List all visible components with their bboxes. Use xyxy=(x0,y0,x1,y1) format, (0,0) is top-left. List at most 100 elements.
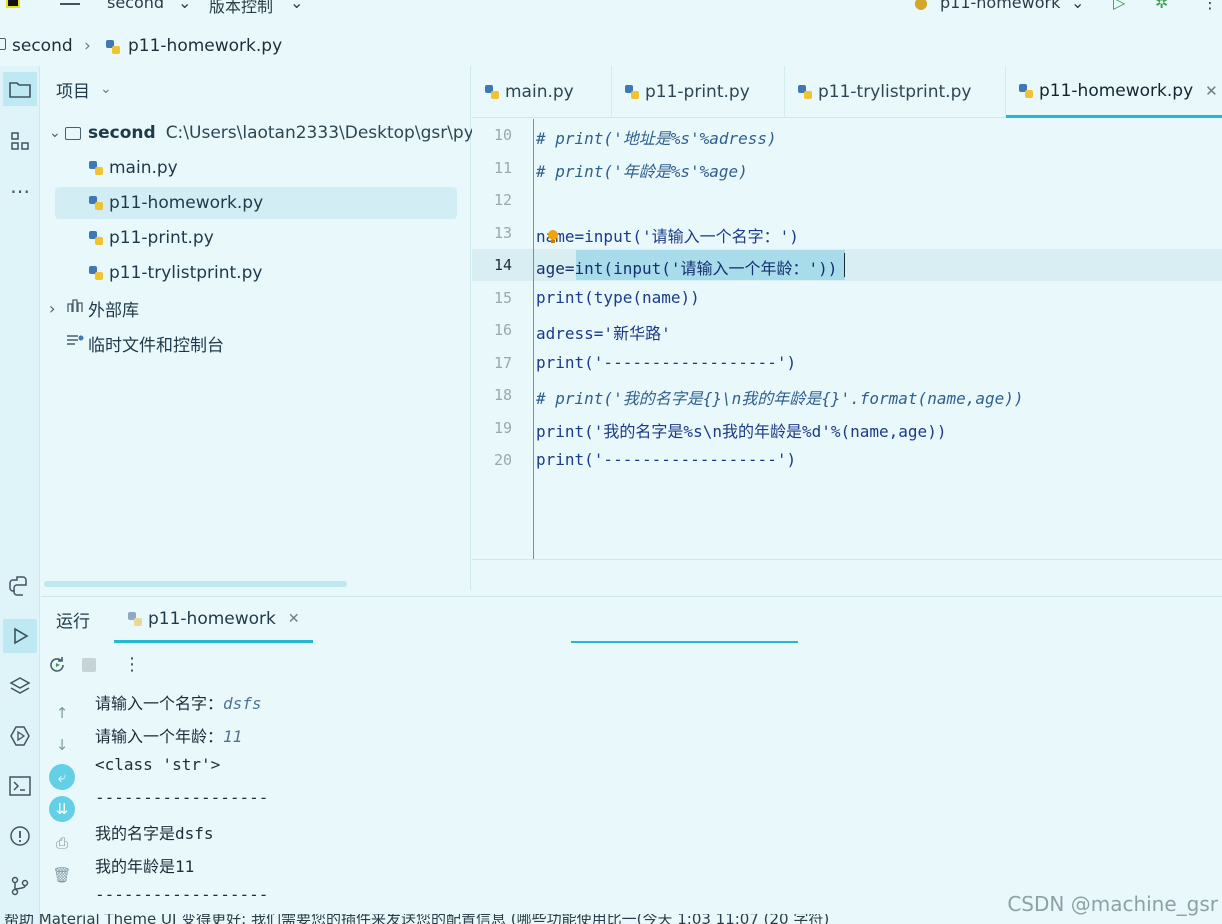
text-caret xyxy=(844,253,845,277)
trash-icon[interactable]: 🗑 xyxy=(49,862,75,888)
run-panel-title: 运行 xyxy=(56,612,90,632)
scroll-up-icon[interactable]: ↑ xyxy=(49,700,75,726)
code-line: # print('地址是%s'%adress) xyxy=(536,129,777,148)
close-tab-icon[interactable]: ✕ xyxy=(288,611,300,627)
breadcrumb-file[interactable]: p11-homework.py xyxy=(128,36,282,56)
line-number: 12 xyxy=(493,191,512,209)
project-tool-icon[interactable] xyxy=(3,72,37,106)
intention-bulb-icon[interactable] xyxy=(546,229,560,245)
python-file-icon xyxy=(88,230,104,246)
python-file-icon xyxy=(127,611,143,627)
scratch-icon xyxy=(66,333,84,353)
services-icon[interactable] xyxy=(3,719,37,753)
tree-external-libs-label: 外部库 xyxy=(88,300,139,321)
project-switcher-chevron-icon[interactable]: ⌄ xyxy=(178,0,191,12)
console-line: ------------------ xyxy=(95,788,268,807)
structure-tool-icon[interactable] xyxy=(3,124,37,158)
tree-scratches-label: 临时文件和控制台 xyxy=(88,335,224,356)
console-text: <class 'str'> xyxy=(95,755,221,774)
python-file-icon xyxy=(88,195,104,211)
breadcrumb-project[interactable]: second xyxy=(12,36,73,56)
vcs-chevron-icon[interactable]: ⌄ xyxy=(290,0,303,12)
project-switcher[interactable]: second xyxy=(107,0,164,12)
library-icon xyxy=(67,298,83,318)
run-icon[interactable]: ▷ xyxy=(1113,0,1125,12)
tree-file[interactable]: p11-print.py xyxy=(88,222,214,254)
main-menu-icon[interactable] xyxy=(60,3,80,5)
code-line: # print('年龄是%s'%age) xyxy=(536,162,748,181)
horizontal-scrollbar[interactable] xyxy=(44,581,347,587)
breadcrumb: second › p11-homework.py xyxy=(0,28,1222,62)
code-line: print(type(name)) xyxy=(536,288,700,307)
run-config-selector[interactable]: p11-homework xyxy=(940,0,1060,12)
console-text: 我的年龄是11 xyxy=(95,857,195,876)
tree-root-name: second xyxy=(88,123,156,143)
tree-file[interactable]: p11-trylistprint.py xyxy=(88,257,262,289)
run-tab[interactable]: p11-homework ✕ xyxy=(114,597,313,643)
console-input: 11 xyxy=(223,727,243,746)
run-tool-icon[interactable] xyxy=(3,619,37,653)
tree-external-libs[interactable]: › 外部库 xyxy=(49,292,139,324)
tree-file[interactable]: p11-homework.py xyxy=(55,187,457,219)
run-tab-label: p11-homework xyxy=(148,608,276,629)
console-line: 请输入一个名字：dsfs xyxy=(95,690,262,714)
console-line: 我的名字是dsfs xyxy=(95,820,214,844)
tree-file-label: p11-print.py xyxy=(109,228,214,248)
code-line: print('我的名字是%s\n我的年龄是%d'%(name,age)) xyxy=(536,422,947,441)
project-panel-header[interactable]: 项目 ⌄ xyxy=(56,73,112,105)
tree-file[interactable]: main.py xyxy=(88,152,178,184)
folder-icon xyxy=(0,38,6,50)
line-number: 20 xyxy=(493,451,512,469)
scroll-down-icon[interactable]: ↓ xyxy=(49,732,75,758)
tab-label: p11-trylistprint.py xyxy=(818,82,972,102)
tree-scratches[interactable]: 临时文件和控制台 xyxy=(66,327,224,359)
console-line: <class 'str'> xyxy=(95,755,220,774)
scroll-to-end-icon[interactable]: ⇊ xyxy=(49,796,75,822)
problems-icon[interactable] xyxy=(3,819,37,853)
debug-icon[interactable]: ✲ xyxy=(1155,0,1168,12)
stop-icon[interactable] xyxy=(82,658,96,672)
tab-label: main.py xyxy=(505,82,574,102)
python-file-icon xyxy=(104,38,122,61)
more-options-icon[interactable]: ⋮ xyxy=(123,654,141,675)
code-line: age=int(input('请输入一个年龄：')) xyxy=(536,259,838,278)
run-config-chevron-icon[interactable]: ⌄ xyxy=(1071,0,1084,12)
console-input: dsfs xyxy=(223,694,262,713)
close-tab-icon[interactable]: ✕ xyxy=(1205,82,1218,100)
more-icon[interactable]: ⋮ xyxy=(1202,0,1218,12)
print-icon[interactable]: ⎙ xyxy=(49,830,75,856)
line-number: 17 xyxy=(493,354,512,372)
python-console-icon[interactable] xyxy=(3,569,37,603)
layers-icon[interactable] xyxy=(3,669,37,703)
editor-status-strip xyxy=(472,559,1222,591)
terminal-icon[interactable] xyxy=(3,769,37,803)
python-file-icon xyxy=(1018,83,1034,99)
python-file-icon xyxy=(484,84,500,100)
project-panel-title: 项目 xyxy=(56,81,90,102)
tab-p11-homework[interactable]: p11-homework.py ✕ xyxy=(1006,66,1222,118)
watermark: CSDN @machine_gsr xyxy=(1007,892,1218,916)
tab-p11-print[interactable]: p11-print.py xyxy=(612,66,785,118)
chevron-right-icon: › xyxy=(49,298,56,318)
code-line: # print('我的名字是{}\n我的年龄是{}'.format(name,a… xyxy=(536,389,1024,408)
line-number: 13 xyxy=(493,224,512,242)
tab-label: p11-print.py xyxy=(645,82,750,102)
line-number: 18 xyxy=(493,386,512,404)
soft-wrap-icon[interactable]: ⤶ xyxy=(49,764,75,790)
line-number: 15 xyxy=(493,289,512,307)
run-panel-header: 运行 p11-homework ✕ xyxy=(41,596,1222,643)
code-line: print('------------------') xyxy=(536,353,797,372)
vcs-menu[interactable]: 版本控制 xyxy=(209,0,273,17)
tab-p11-trylistprint[interactable]: p11-trylistprint.py xyxy=(785,66,1006,118)
console-line: ------------------ xyxy=(95,885,268,904)
editor-tabs: main.py p11-print.py p11-trylistprint.py… xyxy=(472,66,1222,118)
git-icon[interactable] xyxy=(3,869,37,903)
status-bar-text[interactable]: 帮助 Material Theme UI 变得更好: 我们需要您的插件来发送您的… xyxy=(4,914,829,924)
tree-root[interactable]: ⌄ second C:\Users\laotan2333\Desktop\gsr… xyxy=(49,117,474,149)
console-line: 我的年龄是11 xyxy=(95,853,194,877)
more-tools-icon[interactable]: ⋯ xyxy=(3,174,37,208)
line-number: 16 xyxy=(493,321,512,339)
code-line: adress='新华路' xyxy=(536,324,671,343)
gutter-divider xyxy=(533,119,534,559)
tab-main[interactable]: main.py xyxy=(472,66,612,118)
